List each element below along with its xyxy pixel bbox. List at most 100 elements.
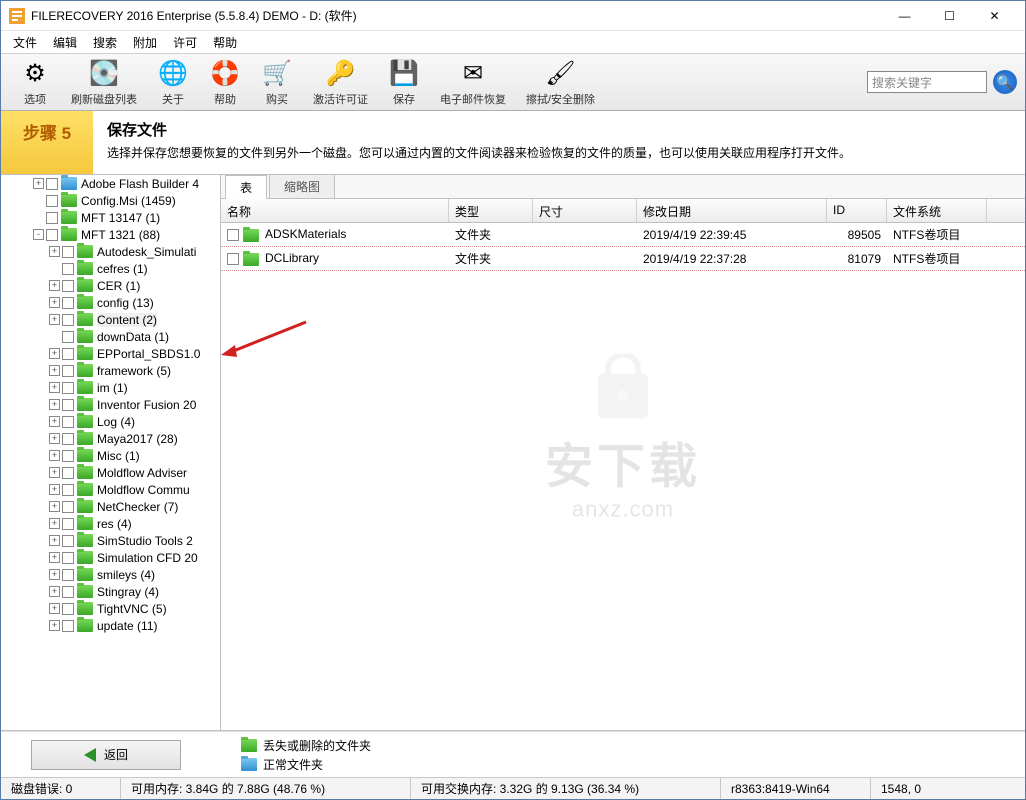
minimize-button[interactable]: ―: [882, 1, 927, 30]
tree-node[interactable]: +Autodesk_Simulati: [1, 243, 220, 260]
col-date[interactable]: 修改日期: [637, 199, 827, 222]
tree-node[interactable]: MFT 13147 (1): [1, 209, 220, 226]
expand-toggle[interactable]: -: [33, 229, 44, 240]
toolbar-btn-6[interactable]: 💾保存: [378, 56, 430, 109]
tree-node[interactable]: +framework (5): [1, 362, 220, 379]
checkbox[interactable]: [62, 348, 74, 360]
tab-thumbnail[interactable]: 缩略图: [269, 174, 335, 198]
tree-node[interactable]: +Adobe Flash Builder 4: [1, 175, 220, 192]
tree-node[interactable]: +smileys (4): [1, 566, 220, 583]
tree-node[interactable]: +Simulation CFD 20: [1, 549, 220, 566]
toolbar-btn-7[interactable]: ✉电子邮件恢复: [430, 56, 516, 109]
expand-toggle[interactable]: +: [49, 382, 60, 393]
checkbox[interactable]: [46, 195, 58, 207]
col-type[interactable]: 类型: [449, 199, 533, 222]
checkbox[interactable]: [62, 246, 74, 258]
checkbox[interactable]: [62, 280, 74, 292]
checkbox[interactable]: [62, 297, 74, 309]
tree-node[interactable]: +config (13): [1, 294, 220, 311]
tree-node[interactable]: +CER (1): [1, 277, 220, 294]
tree-node[interactable]: +Inventor Fusion 20: [1, 396, 220, 413]
tree-node[interactable]: cefres (1): [1, 260, 220, 277]
col-id[interactable]: ID: [827, 199, 887, 222]
tree-node[interactable]: +Maya2017 (28): [1, 430, 220, 447]
tree-node[interactable]: +res (4): [1, 515, 220, 532]
tree-node[interactable]: +Log (4): [1, 413, 220, 430]
tree-node[interactable]: +TightVNC (5): [1, 600, 220, 617]
tree-node[interactable]: +NetChecker (7): [1, 498, 220, 515]
expand-toggle[interactable]: +: [49, 246, 60, 257]
checkbox[interactable]: [62, 450, 74, 462]
expand-toggle[interactable]: +: [49, 365, 60, 376]
expand-toggle[interactable]: +: [49, 450, 60, 461]
tree-node[interactable]: downData (1): [1, 328, 220, 345]
toolbar-btn-0[interactable]: ⚙选项: [9, 56, 61, 109]
checkbox[interactable]: [62, 382, 74, 394]
maximize-button[interactable]: ☐: [927, 1, 972, 30]
toolbar-btn-5[interactable]: 🔑激活许可证: [303, 56, 378, 109]
menu-addon[interactable]: 附加: [125, 32, 165, 53]
expand-toggle[interactable]: +: [49, 535, 60, 546]
checkbox[interactable]: [62, 399, 74, 411]
toolbar-btn-1[interactable]: 💽刷新磁盘列表: [61, 56, 147, 109]
toolbar-btn-3[interactable]: 🛟帮助: [199, 56, 251, 109]
menu-search[interactable]: 搜索: [85, 32, 125, 53]
tree-node[interactable]: +Moldflow Adviser: [1, 464, 220, 481]
checkbox[interactable]: [46, 178, 58, 190]
menu-help[interactable]: 帮助: [205, 32, 245, 53]
col-name[interactable]: 名称: [221, 199, 449, 222]
expand-toggle[interactable]: +: [49, 501, 60, 512]
expand-toggle[interactable]: +: [49, 433, 60, 444]
checkbox[interactable]: [62, 535, 74, 547]
expand-toggle[interactable]: +: [49, 416, 60, 427]
tree-node[interactable]: -MFT 1321 (88): [1, 226, 220, 243]
search-input[interactable]: 搜索关键字: [867, 71, 987, 93]
expand-toggle[interactable]: +: [49, 399, 60, 410]
menu-file[interactable]: 文件: [5, 32, 45, 53]
checkbox[interactable]: [227, 229, 239, 241]
checkbox[interactable]: [62, 433, 74, 445]
close-button[interactable]: ✕: [972, 1, 1017, 30]
tree-node[interactable]: +EPPortal_SBDS1.0: [1, 345, 220, 362]
tree-node[interactable]: +SimStudio Tools 2: [1, 532, 220, 549]
checkbox[interactable]: [62, 365, 74, 377]
checkbox[interactable]: [62, 416, 74, 428]
expand-toggle[interactable]: +: [49, 280, 60, 291]
toolbar-btn-4[interactable]: 🛒购买: [251, 56, 303, 109]
expand-toggle[interactable]: +: [49, 467, 60, 478]
checkbox[interactable]: [62, 467, 74, 479]
expand-toggle[interactable]: +: [49, 314, 60, 325]
checkbox[interactable]: [227, 253, 239, 265]
checkbox[interactable]: [62, 501, 74, 513]
tree-node[interactable]: +update (11): [1, 617, 220, 634]
tree-node[interactable]: +Misc (1): [1, 447, 220, 464]
expand-toggle[interactable]: +: [49, 348, 60, 359]
checkbox[interactable]: [62, 603, 74, 615]
back-button[interactable]: 返回: [31, 740, 181, 770]
table-row[interactable]: ADSKMaterials文件夹2019/4/19 22:39:4589505N…: [221, 223, 1025, 247]
menu-edit[interactable]: 编辑: [45, 32, 85, 53]
expand-toggle[interactable]: +: [49, 518, 60, 529]
tree-node[interactable]: +im (1): [1, 379, 220, 396]
checkbox[interactable]: [62, 620, 74, 632]
expand-toggle[interactable]: +: [49, 586, 60, 597]
checkbox[interactable]: [62, 484, 74, 496]
folder-tree[interactable]: +Adobe Flash Builder 4Config.Msi (1459)M…: [1, 175, 220, 730]
table-row[interactable]: DCLibrary文件夹2019/4/19 22:37:2881079NTFS卷…: [221, 247, 1025, 271]
menu-license[interactable]: 许可: [165, 32, 205, 53]
checkbox[interactable]: [62, 263, 74, 275]
col-fs[interactable]: 文件系统: [887, 199, 987, 222]
expand-toggle[interactable]: +: [49, 603, 60, 614]
checkbox[interactable]: [62, 314, 74, 326]
checkbox[interactable]: [62, 552, 74, 564]
tree-node[interactable]: +Stingray (4): [1, 583, 220, 600]
checkbox[interactable]: [62, 586, 74, 598]
search-button[interactable]: 🔍: [993, 70, 1017, 94]
toolbar-btn-8[interactable]: 🖌擦拭/安全删除: [516, 56, 605, 109]
tree-node[interactable]: Config.Msi (1459): [1, 192, 220, 209]
toolbar-btn-2[interactable]: 🌐关于: [147, 56, 199, 109]
expand-toggle[interactable]: +: [49, 484, 60, 495]
expand-toggle[interactable]: +: [49, 569, 60, 580]
checkbox[interactable]: [46, 212, 58, 224]
expand-toggle[interactable]: +: [49, 297, 60, 308]
